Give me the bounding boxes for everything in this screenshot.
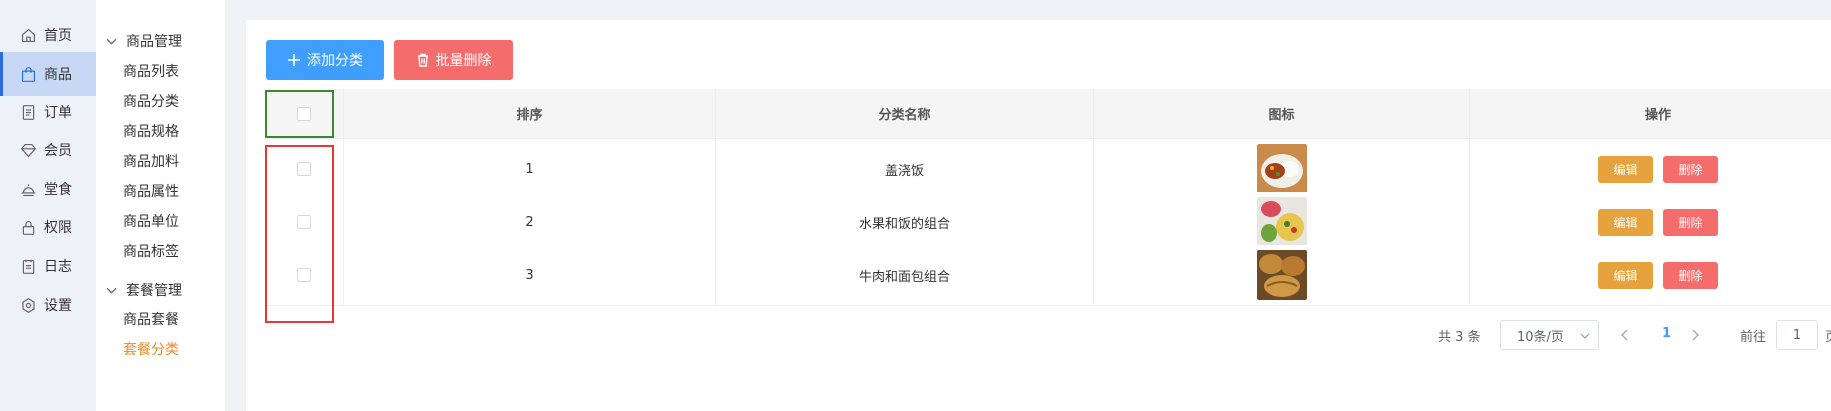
page-size-value: 10条/页 bbox=[1517, 329, 1564, 345]
sort-cell: 1 bbox=[344, 139, 716, 199]
delete-button[interactable]: 删除 bbox=[1663, 155, 1718, 183]
diamond-icon bbox=[20, 143, 37, 157]
sort-cell: 2 bbox=[344, 192, 716, 252]
secondary-sidebar: 商品管理 商品列表 商品分类 商品规格 商品加料 商品属性 商品单位 商品标签 … bbox=[96, 0, 225, 411]
menu-item-goods-tag[interactable]: 商品标签 bbox=[123, 241, 179, 261]
nav-item-members[interactable]: 会员 bbox=[0, 128, 96, 172]
menu-item-goods-attribute[interactable]: 商品属性 bbox=[123, 181, 179, 201]
nav-item-label: 堂食 bbox=[44, 182, 72, 198]
select-cell bbox=[265, 192, 344, 252]
goto-suffix: 页 bbox=[1825, 326, 1831, 345]
column-header-name: 分类名称 bbox=[716, 89, 1094, 138]
dish-icon bbox=[21, 183, 36, 196]
content-card: 添加分类 批量删除 排序 分类名称 图标 操作 1 盖浇饭 编辑 删除 2 水果… bbox=[246, 20, 1831, 411]
column-header-icon: 图标 bbox=[1094, 89, 1470, 138]
delete-button[interactable]: 删除 bbox=[1663, 261, 1718, 289]
gear-icon bbox=[22, 297, 35, 313]
nav-item-label: 会员 bbox=[44, 143, 72, 159]
total-count: 共 3 条 bbox=[1438, 330, 1481, 345]
log-icon bbox=[22, 259, 35, 274]
menu-item-goods-list[interactable]: 商品列表 bbox=[123, 61, 179, 81]
icon-cell bbox=[1094, 192, 1470, 252]
chevron-down-icon bbox=[106, 38, 117, 45]
name-cell: 牛肉和面包组合 bbox=[716, 245, 1094, 305]
select-cell bbox=[265, 245, 344, 305]
table-row: 2 水果和饭的组合 编辑 删除 bbox=[265, 192, 1831, 253]
nav-item-label: 日志 bbox=[44, 259, 72, 275]
edit-button[interactable]: 编辑 bbox=[1598, 155, 1653, 183]
menu-group-label: 商品管理 bbox=[126, 34, 182, 50]
actions-cell: 编辑 删除 bbox=[1470, 192, 1831, 252]
current-page[interactable]: 1 bbox=[1662, 326, 1671, 341]
lock-icon bbox=[22, 220, 35, 235]
nav-item-label: 商品 bbox=[44, 67, 72, 83]
icon-cell bbox=[1094, 139, 1470, 199]
order-icon bbox=[22, 104, 35, 120]
table-row: 1 盖浇饭 编辑 删除 bbox=[265, 139, 1831, 200]
select-all-checkbox[interactable] bbox=[297, 106, 311, 121]
column-header-sort: 排序 bbox=[344, 89, 716, 138]
add-category-button[interactable]: 添加分类 bbox=[266, 40, 384, 80]
nav-item-permissions[interactable]: 权限 bbox=[0, 205, 96, 249]
delete-button[interactable]: 删除 bbox=[1663, 208, 1718, 236]
menu-item-goods-unit[interactable]: 商品单位 bbox=[123, 211, 179, 231]
bag-icon bbox=[21, 66, 36, 82]
menu-item-combo-category[interactable]: 套餐分类 bbox=[123, 339, 179, 359]
sort-cell: 3 bbox=[344, 245, 716, 305]
table-row: 3 牛肉和面包组合 编辑 删除 bbox=[265, 245, 1831, 306]
chevron-down-icon bbox=[1580, 333, 1590, 339]
nav-item-label: 订单 bbox=[44, 105, 72, 121]
table-header: 排序 分类名称 图标 操作 bbox=[265, 89, 1831, 139]
menu-item-goods-spec[interactable]: 商品规格 bbox=[123, 121, 179, 141]
chevron-down-icon bbox=[106, 287, 117, 294]
batch-delete-label: 批量删除 bbox=[435, 53, 492, 69]
edit-button[interactable]: 编辑 bbox=[1598, 261, 1653, 289]
actions-cell: 编辑 删除 bbox=[1470, 139, 1831, 199]
actions-cell: 编辑 删除 bbox=[1470, 245, 1831, 305]
nav-item-label: 权限 bbox=[44, 220, 72, 236]
prev-page-icon[interactable] bbox=[1618, 328, 1632, 342]
menu-group-goods-management[interactable]: 商品管理 bbox=[106, 31, 182, 51]
home-icon bbox=[21, 28, 36, 42]
column-header-actions: 操作 bbox=[1644, 108, 1671, 123]
name-cell: 盖浇饭 bbox=[716, 139, 1094, 199]
icon-cell bbox=[1094, 245, 1470, 305]
menu-item-goods-category[interactable]: 商品分类 bbox=[123, 91, 179, 111]
trash-icon bbox=[417, 53, 428, 67]
edit-button[interactable]: 编辑 bbox=[1598, 208, 1653, 236]
select-cell bbox=[265, 139, 344, 199]
plus-icon bbox=[288, 54, 300, 66]
nav-item-label: 首页 bbox=[44, 28, 72, 44]
goto-page-input[interactable] bbox=[1776, 320, 1818, 350]
next-page-icon[interactable] bbox=[1688, 328, 1702, 342]
pagination: 共 3 条 10条/页 1 前往 页 bbox=[1438, 320, 1831, 350]
goto-label: 前往 bbox=[1740, 330, 1767, 345]
name-cell: 水果和饭的组合 bbox=[716, 192, 1094, 252]
menu-group-combo-management[interactable]: 套餐管理 bbox=[106, 280, 182, 300]
rice-dish-thumbnail bbox=[1256, 144, 1307, 194]
fruit-rice-thumbnail bbox=[1256, 197, 1307, 247]
row-checkbox[interactable] bbox=[297, 215, 311, 229]
page-size-select[interactable]: 10条/页 bbox=[1500, 320, 1599, 350]
menu-group-label: 套餐管理 bbox=[126, 283, 182, 299]
nav-item-logs[interactable]: 日志 bbox=[0, 244, 96, 288]
nav-item-settings[interactable]: 设置 bbox=[0, 283, 96, 327]
bread-thumbnail bbox=[1256, 250, 1307, 300]
menu-item-combo[interactable]: 商品套餐 bbox=[123, 309, 179, 329]
primary-sidebar: 首页 商品 订单 会员 堂食 权限 日志 设置 bbox=[0, 0, 96, 411]
batch-delete-button[interactable]: 批量删除 bbox=[394, 40, 513, 80]
nav-item-home[interactable]: 首页 bbox=[0, 13, 96, 57]
row-checkbox[interactable] bbox=[297, 162, 311, 176]
header-select-cell bbox=[265, 89, 344, 138]
menu-item-goods-addon[interactable]: 商品加料 bbox=[123, 151, 179, 171]
nav-item-label: 设置 bbox=[44, 298, 72, 314]
row-checkbox[interactable] bbox=[297, 268, 311, 282]
add-category-label: 添加分类 bbox=[307, 53, 363, 69]
